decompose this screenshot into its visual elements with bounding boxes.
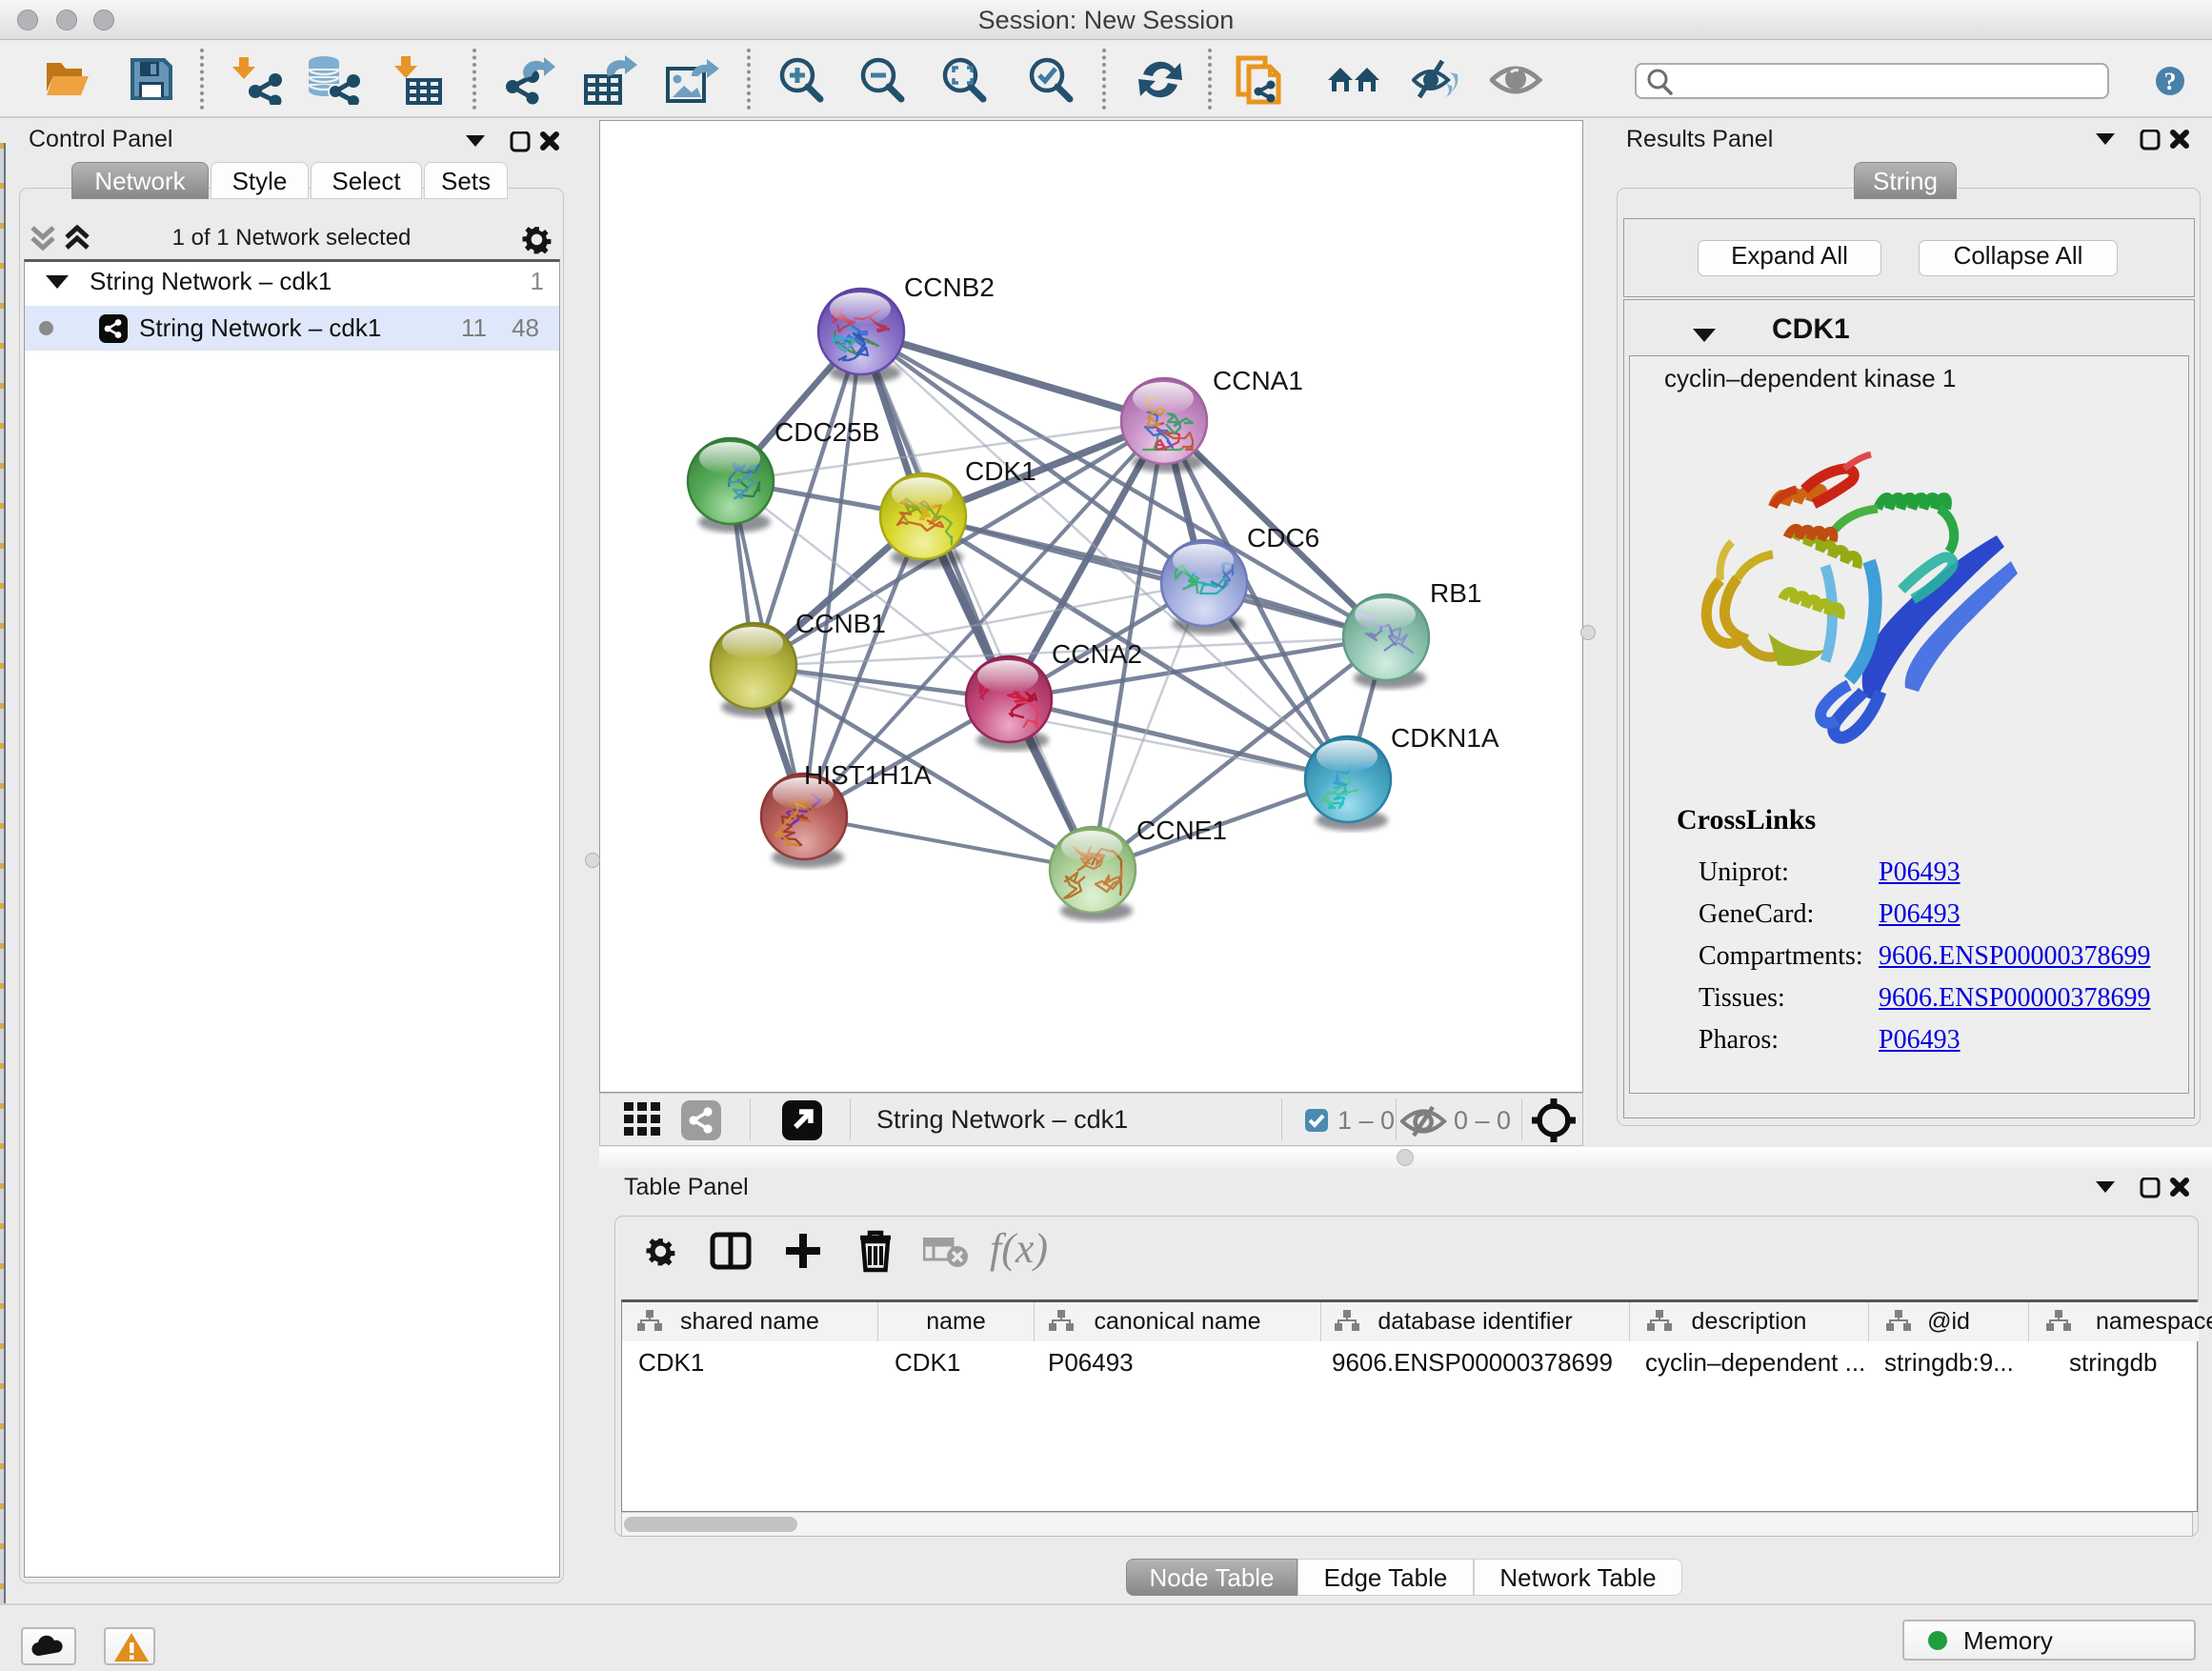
svg-text:?: ? [2164, 68, 2177, 95]
svg-text:CCNB1: CCNB1 [795, 609, 886, 638]
svg-text:CDC25B: CDC25B [774, 417, 879, 447]
svg-text:CCNA1: CCNA1 [1213, 366, 1303, 395]
svg-text:CCNB2: CCNB2 [904, 272, 995, 302]
svg-text:CCNA2: CCNA2 [1052, 639, 1142, 669]
svg-text:CCNE1: CCNE1 [1136, 815, 1227, 845]
svg-text:RB1: RB1 [1430, 578, 1481, 608]
svg-text:HIST1H1A: HIST1H1A [804, 760, 932, 790]
svg-text:CDC6: CDC6 [1247, 523, 1319, 553]
svg-text:CDK1: CDK1 [965, 456, 1036, 486]
svg-text:CDKN1A: CDKN1A [1391, 723, 1499, 753]
